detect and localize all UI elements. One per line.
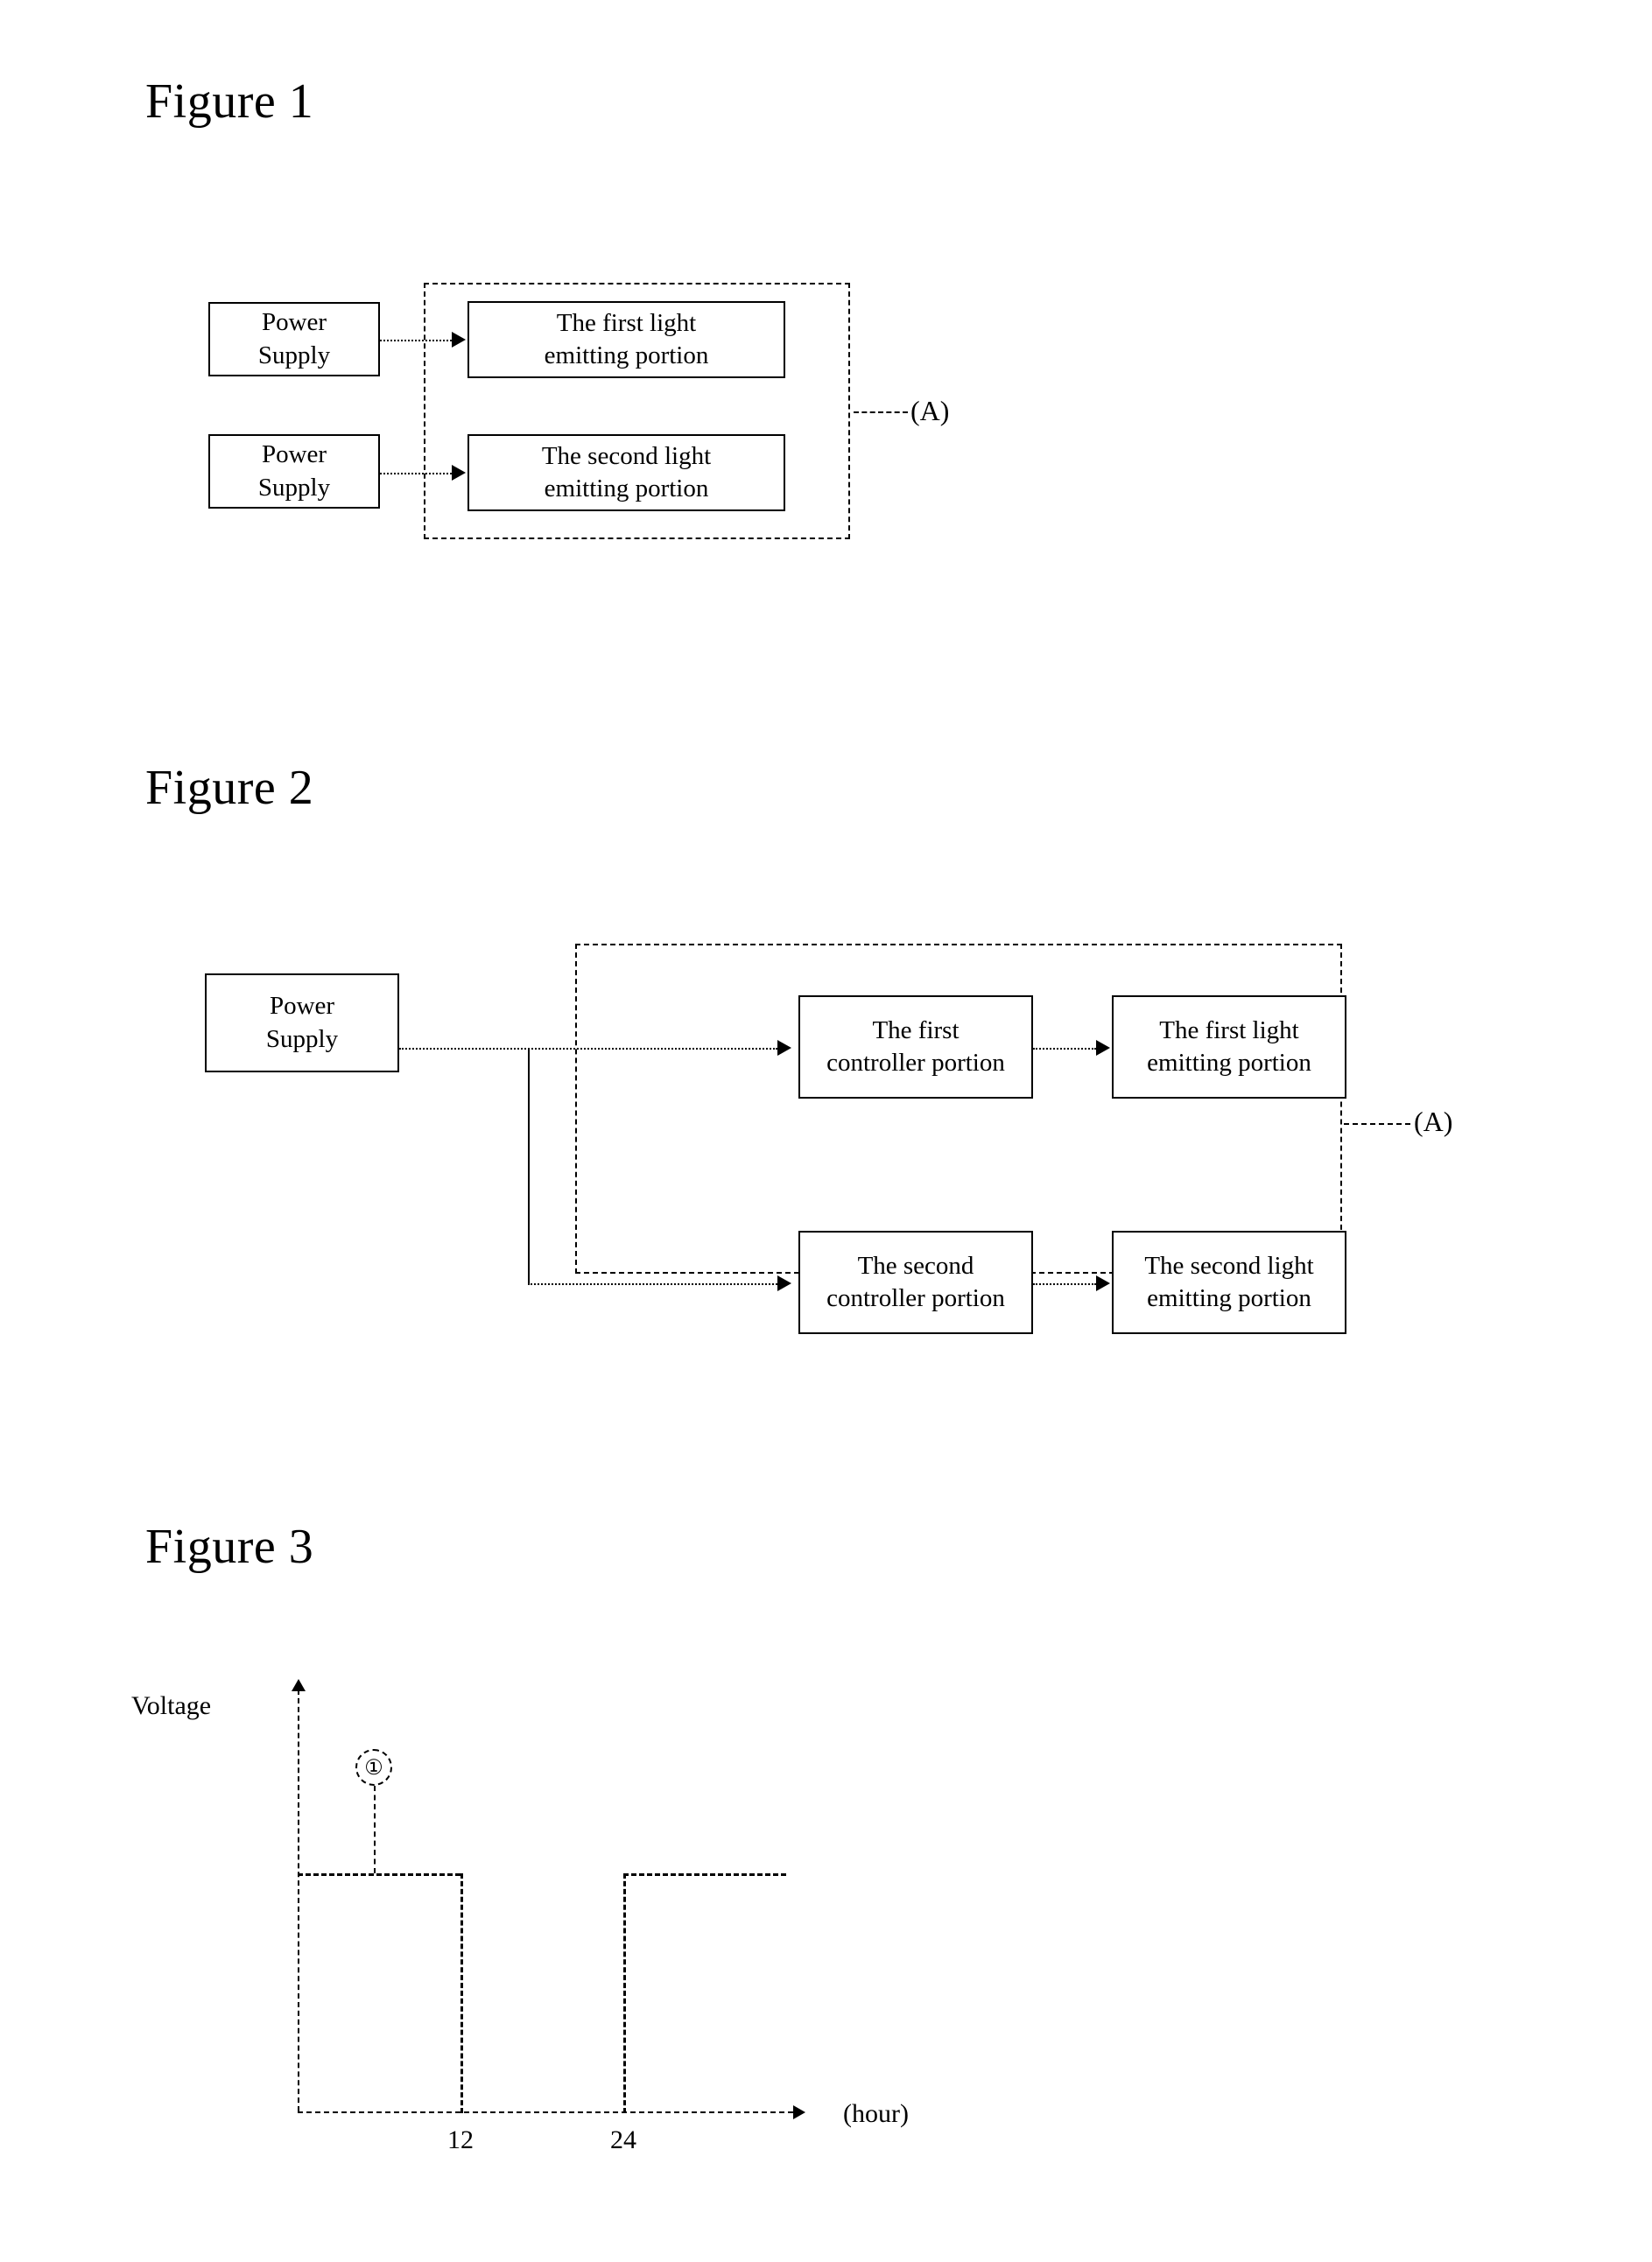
chart-x-tick-12: 12: [447, 2125, 474, 2154]
chart-y-axis-arrow: [292, 1679, 306, 1691]
chart-annotation-circle: ①: [355, 1749, 392, 1786]
chart-x-axis-arrow: [793, 2105, 805, 2119]
voltage-vs-hour-chart: Voltage (hour) ① 12 24: [0, 0, 1652, 2262]
chart-x-tick-24: 24: [610, 2125, 636, 2154]
chart-x-axis: [298, 2111, 793, 2113]
chart-y-axis-label: Voltage: [131, 1691, 212, 1720]
chart-x-axis-label: (hour): [843, 2099, 909, 2128]
chart-wave-falling-edge-12: [460, 1873, 463, 2113]
patent-drawing-page: Figure 1 Power Supply The first light em…: [0, 0, 1652, 2262]
chart-wave-high-segment-2: [623, 1873, 786, 1876]
chart-annotation-leader-line: [374, 1786, 376, 1873]
chart-y-axis: [298, 1689, 299, 2111]
chart-wave-high-segment-1: [298, 1873, 460, 1876]
chart-wave-rising-edge-24: [623, 1873, 626, 2113]
